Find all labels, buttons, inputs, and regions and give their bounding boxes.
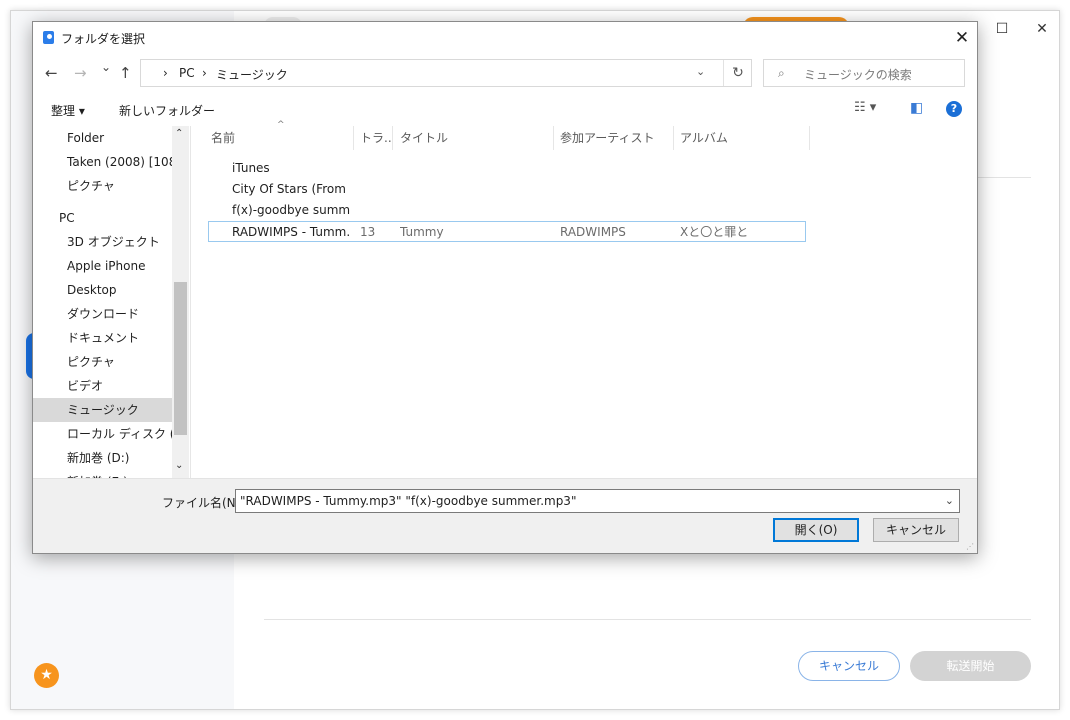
transfer-start-button[interactable]: 転送開始 bbox=[910, 651, 1031, 681]
nav-item-downloads[interactable]: ダウンロード bbox=[33, 302, 172, 326]
star-icon[interactable]: ★ bbox=[34, 663, 59, 688]
column-header-track[interactable]: トラ... bbox=[360, 126, 392, 150]
search-input[interactable]: ミュージックの検索 bbox=[804, 66, 912, 83]
address-dropdown-icon[interactable]: ⌄ bbox=[696, 65, 705, 78]
column-header-album[interactable]: アルバム bbox=[680, 126, 810, 150]
close-icon[interactable]: ✕ bbox=[951, 27, 973, 49]
sort-ascending-icon: ^ bbox=[277, 120, 285, 130]
file-list: 名前 ^ トラ... タイトル 参加アーティスト アルバム iTunes Cit… bbox=[190, 120, 977, 478]
file-track: 13 bbox=[360, 225, 376, 239]
nav-item-volume-d[interactable]: 新加巻 (D:) bbox=[33, 446, 172, 470]
search-icon: ⌕ bbox=[778, 66, 785, 80]
scroll-up-icon[interactable]: ⌃ bbox=[175, 128, 183, 139]
nav-item-pictures[interactable]: ピクチャ bbox=[33, 350, 172, 374]
organize-menu-button[interactable]: 整理 ▾ bbox=[51, 102, 85, 119]
filename-value: "RADWIMPS - Tummy.mp3" "f(x)-goodbye sum… bbox=[240, 494, 577, 508]
address-bar[interactable]: › PC › ミュージック ⌄ ↻ bbox=[140, 59, 752, 87]
breadcrumb-separator: › bbox=[202, 66, 207, 80]
resize-grip-icon[interactable]: ⋰ bbox=[966, 542, 974, 551]
column-separator[interactable] bbox=[809, 126, 810, 150]
file-name: iTunes bbox=[232, 161, 270, 175]
window-close-icon[interactable]: ✕ bbox=[1031, 19, 1053, 39]
help-icon[interactable]: ? bbox=[946, 101, 962, 117]
nav-item-pc[interactable]: PC bbox=[33, 206, 172, 230]
filename-dropdown-icon[interactable]: ⌄ bbox=[945, 490, 954, 512]
scrollbar-thumb[interactable] bbox=[174, 282, 187, 435]
maximize-icon[interactable]: ☐ bbox=[991, 19, 1013, 39]
nav-item-local-disk-c[interactable]: ローカル ディスク (C:) bbox=[33, 422, 172, 446]
divider bbox=[976, 177, 1031, 178]
nav-item-music[interactable]: ミュージック bbox=[33, 398, 172, 422]
nav-item-volume-e[interactable]: 新加巻 (E:) bbox=[33, 470, 172, 478]
nav-pane-scrollbar[interactable]: ⌃ ⌄ bbox=[172, 126, 189, 478]
view-options-icon[interactable]: ☷ ▾ bbox=[854, 100, 876, 115]
navigation-pane: Folder Taken (2008) [1080p] ピクチャ PC 3D オ… bbox=[33, 126, 190, 478]
refresh-icon[interactable]: ↻ bbox=[723, 60, 752, 86]
file-name: City Of Stars (From -... bbox=[232, 182, 350, 196]
column-separator[interactable] bbox=[553, 126, 554, 150]
column-header-title[interactable]: タイトル bbox=[400, 126, 550, 150]
file-row-goodbye-summer[interactable]: f(x)-goodbye summ... bbox=[208, 200, 806, 221]
file-album: Xと〇と罪と bbox=[680, 225, 749, 239]
up-arrow-icon[interactable]: ↑ bbox=[119, 64, 132, 82]
nav-item-apple-iphone[interactable]: Apple iPhone bbox=[33, 254, 172, 278]
scroll-down-icon[interactable]: ⌄ bbox=[175, 460, 183, 471]
preview-pane-icon[interactable]: ◧ bbox=[910, 100, 923, 116]
navigation-bar: ← → ⌄ ↑ › PC › ミュージック ⌄ ↻ ⌕ ミュージックの検索 bbox=[33, 56, 977, 92]
forward-arrow-icon[interactable]: → bbox=[74, 64, 87, 82]
nav-item-pictures-quick[interactable]: ピクチャ bbox=[33, 174, 172, 198]
file-name: f(x)-goodbye summ... bbox=[232, 203, 350, 217]
command-toolbar: 整理 ▾ 新しいフォルダー ☷ ▾ ◧ ? bbox=[33, 94, 977, 124]
breadcrumb-pc[interactable]: PC bbox=[179, 66, 195, 80]
recent-locations-chevron-icon[interactable]: ⌄ bbox=[101, 60, 111, 74]
nav-item-folder[interactable]: Folder bbox=[33, 126, 172, 150]
column-separator[interactable] bbox=[392, 126, 393, 150]
dialog-title: フォルダを選択 bbox=[61, 32, 146, 46]
filename-input[interactable]: "RADWIMPS - Tummy.mp3" "f(x)-goodbye sum… bbox=[235, 489, 960, 513]
file-row-radwimps-tummy[interactable]: RADWIMPS - Tumm... 13 Tummy RADWIMPS Xと〇… bbox=[208, 221, 806, 242]
search-box[interactable]: ⌕ ミュージックの検索 bbox=[763, 59, 965, 87]
file-row-city-of-stars[interactable]: City Of Stars (From -... bbox=[208, 179, 806, 200]
dialog-cancel-button[interactable]: キャンセル bbox=[873, 518, 959, 542]
column-separator[interactable] bbox=[353, 126, 354, 150]
nav-item-3d-objects[interactable]: 3D オブジェクト bbox=[33, 230, 172, 254]
new-folder-button[interactable]: 新しいフォルダー bbox=[119, 102, 215, 119]
app-cancel-button[interactable]: キャンセル bbox=[798, 651, 900, 681]
nav-item-documents[interactable]: ドキュメント bbox=[33, 326, 172, 350]
open-button[interactable]: 開く(O) bbox=[773, 518, 859, 542]
nav-item-taken[interactable]: Taken (2008) [1080p] bbox=[33, 150, 172, 174]
file-name: RADWIMPS - Tumm... bbox=[232, 225, 350, 239]
nav-item-desktop[interactable]: Desktop bbox=[33, 278, 172, 302]
filename-label: ファイル名(N): bbox=[162, 496, 245, 510]
dialog-titlebar: フォルダを選択 ✕ bbox=[33, 22, 977, 54]
nav-item-videos[interactable]: ビデオ bbox=[33, 374, 172, 398]
dialog-footer: ファイル名(N): "RADWIMPS - Tummy.mp3" "f(x)-g… bbox=[33, 478, 977, 553]
app-logo-icon bbox=[43, 31, 54, 44]
file-title: Tummy bbox=[400, 225, 444, 239]
breadcrumb-music[interactable]: ミュージック bbox=[216, 66, 288, 83]
column-name-label: 名前 bbox=[211, 131, 236, 145]
column-header-artist[interactable]: 参加アーティスト bbox=[560, 126, 672, 150]
folder-select-dialog: フォルダを選択 ✕ ← → ⌄ ↑ › PC › ミュージック ⌄ ↻ ⌕ ミュ… bbox=[32, 21, 978, 554]
divider bbox=[264, 619, 1031, 620]
file-row-itunes[interactable]: iTunes bbox=[208, 158, 806, 179]
file-artist: RADWIMPS bbox=[560, 225, 626, 239]
column-separator[interactable] bbox=[673, 126, 674, 150]
back-arrow-icon[interactable]: ← bbox=[45, 64, 58, 82]
breadcrumb-separator: › bbox=[163, 66, 168, 80]
